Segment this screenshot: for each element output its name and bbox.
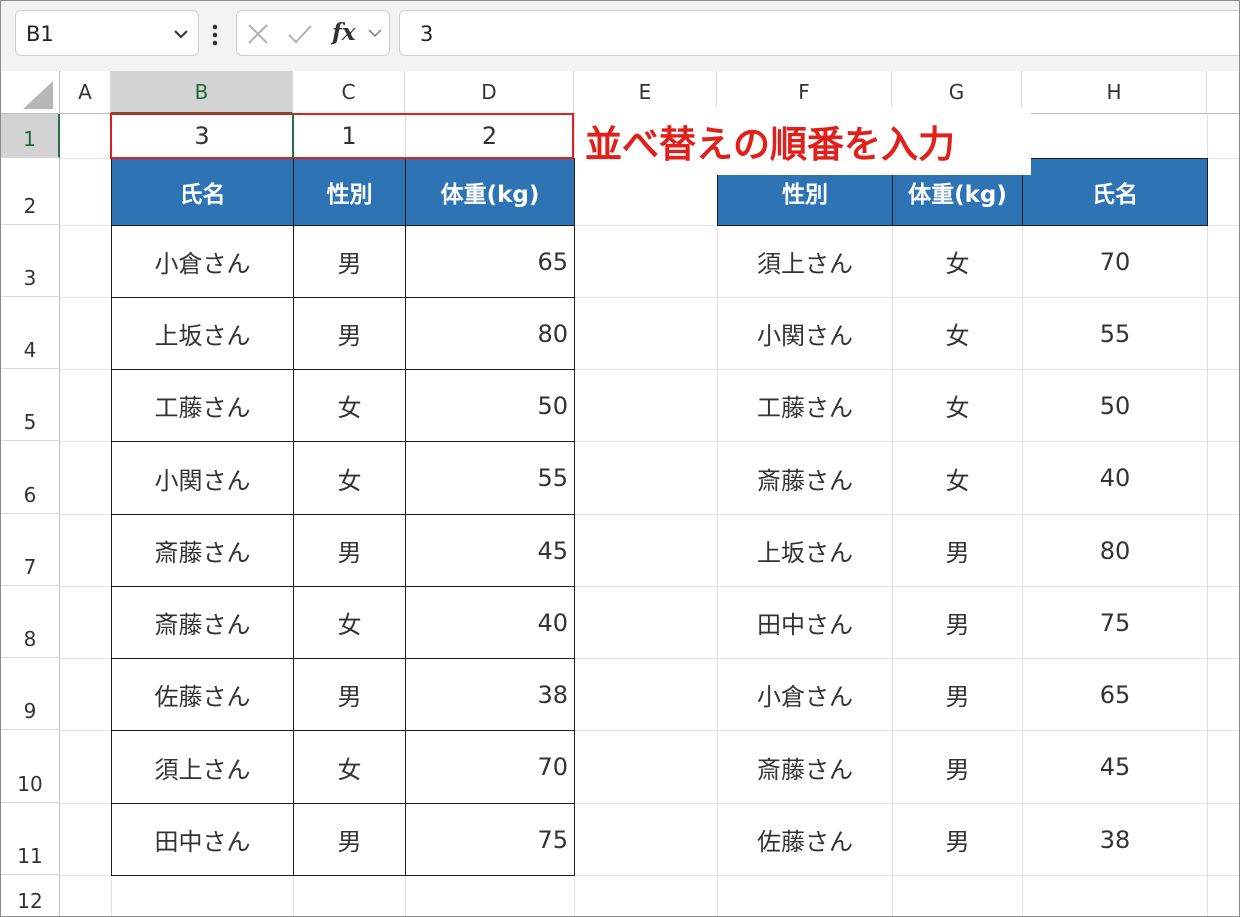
column-header-a[interactable]: A: [60, 71, 111, 114]
left-header-name[interactable]: 氏名: [111, 158, 294, 226]
spreadsheet-window: B1 fx 3 A B C D E F G H 1 2 3 4 5 6 7 8 …: [0, 0, 1240, 917]
row-header-7[interactable]: 7: [1, 514, 60, 586]
left-cell-gender[interactable]: 女: [293, 586, 406, 659]
left-cell-name[interactable]: 上坂さん: [111, 297, 294, 370]
right-cell-weight[interactable]: 40: [1023, 442, 1207, 514]
row-header-6[interactable]: 6: [1, 441, 60, 514]
left-header-weight[interactable]: 体重(kg): [405, 158, 575, 226]
right-cell-weight[interactable]: 45: [1023, 731, 1207, 803]
row-header-1[interactable]: 1: [1, 114, 60, 158]
right-cell-name[interactable]: 斎藤さん: [718, 731, 892, 803]
left-cell-name[interactable]: 工藤さん: [111, 369, 294, 442]
left-cell-weight[interactable]: 70: [405, 730, 575, 804]
right-cell-weight[interactable]: 65: [1023, 659, 1207, 730]
enter-check-icon[interactable]: [287, 23, 313, 45]
right-cell-gender[interactable]: 男: [893, 587, 1022, 658]
insert-function-icon[interactable]: fx: [332, 19, 356, 46]
right-cell-name[interactable]: 佐藤さん: [718, 804, 892, 875]
right-cell-name[interactable]: 上坂さん: [718, 515, 892, 586]
left-cell-gender[interactable]: 男: [293, 803, 406, 876]
left-cell-weight[interactable]: 50: [405, 369, 575, 442]
left-cell-weight[interactable]: 55: [405, 441, 575, 515]
row-header-3[interactable]: 3: [1, 225, 60, 297]
column-header-b[interactable]: B: [111, 71, 293, 114]
name-box[interactable]: B1: [15, 10, 199, 56]
right-cell-weight[interactable]: 55: [1023, 298, 1207, 369]
right-cell-weight[interactable]: 70: [1023, 226, 1207, 297]
left-cell-gender[interactable]: 女: [293, 369, 406, 442]
callout-label: 並べ替えの順番を入力: [575, 107, 1031, 175]
left-cell-weight[interactable]: 75: [405, 803, 575, 876]
left-cell-name[interactable]: 斎藤さん: [111, 514, 294, 587]
right-cell-gender[interactable]: 男: [893, 659, 1022, 730]
right-cell-name[interactable]: 小関さん: [718, 298, 892, 369]
left-cell-name[interactable]: 田中さん: [111, 803, 294, 876]
column-header-c[interactable]: C: [293, 71, 405, 114]
right-cell-gender[interactable]: 男: [893, 804, 1022, 875]
row-header-5[interactable]: 5: [1, 369, 60, 441]
right-cell-gender[interactable]: 男: [893, 731, 1022, 803]
left-header-gender[interactable]: 性別: [293, 158, 406, 226]
right-cell-weight[interactable]: 38: [1023, 804, 1207, 875]
left-cell-weight[interactable]: 40: [405, 586, 575, 659]
column-header-next[interactable]: [1207, 71, 1239, 114]
left-cell-gender[interactable]: 男: [293, 225, 406, 298]
right-cell-gender[interactable]: 女: [893, 298, 1022, 369]
formula-value: 3: [420, 22, 434, 46]
left-cell-name[interactable]: 小関さん: [111, 441, 294, 515]
column-header-h[interactable]: H: [1022, 71, 1207, 114]
left-cell-name[interactable]: 斎藤さん: [111, 586, 294, 659]
left-cell-gender[interactable]: 男: [293, 297, 406, 370]
right-cell-name[interactable]: 田中さん: [718, 587, 892, 658]
active-cell-border: [110, 113, 294, 159]
right-cell-weight[interactable]: 75: [1023, 587, 1207, 658]
left-cell-name[interactable]: 小倉さん: [111, 225, 294, 298]
right-cell-name[interactable]: 斎藤さん: [718, 442, 892, 514]
select-all-icon: [23, 81, 53, 109]
more-options-icon[interactable]: [208, 23, 222, 49]
name-box-value: B1: [26, 22, 54, 46]
formula-input[interactable]: 3: [399, 10, 1239, 56]
left-cell-weight[interactable]: 80: [405, 297, 575, 370]
left-cell-gender[interactable]: 男: [293, 514, 406, 587]
left-cell-name[interactable]: 須上さん: [111, 730, 294, 804]
formula-buttons: fx: [236, 10, 390, 56]
right-cell-weight[interactable]: 50: [1023, 370, 1207, 441]
right-cell-gender[interactable]: 女: [893, 226, 1022, 297]
right-cell-gender[interactable]: 女: [893, 442, 1022, 514]
left-cell-gender[interactable]: 女: [293, 441, 406, 515]
left-cell-name[interactable]: 佐藤さん: [111, 658, 294, 731]
row-header-10[interactable]: 10: [1, 730, 60, 803]
right-cell-name[interactable]: 工藤さん: [718, 370, 892, 441]
chevron-down-icon[interactable]: [367, 25, 383, 41]
select-all-corner[interactable]: [1, 71, 60, 114]
cancel-icon[interactable]: [247, 23, 269, 45]
formula-bar: B1 fx 3: [1, 1, 1239, 71]
chevron-down-icon[interactable]: [172, 25, 190, 43]
row-header-11[interactable]: 11: [1, 803, 60, 875]
left-cell-gender[interactable]: 女: [293, 730, 406, 804]
left-cell-gender[interactable]: 男: [293, 658, 406, 731]
row-header-12[interactable]: 12: [1, 875, 60, 916]
right-cell-gender[interactable]: 女: [893, 370, 1022, 441]
row-header-2[interactable]: 2: [1, 158, 60, 225]
right-cell-name[interactable]: 須上さん: [718, 226, 892, 297]
right-cell-weight[interactable]: 80: [1023, 515, 1207, 586]
row-header-4[interactable]: 4: [1, 297, 60, 369]
row-header-9[interactable]: 9: [1, 658, 60, 730]
left-cell-weight[interactable]: 65: [405, 225, 575, 298]
right-cell-name[interactable]: 小倉さん: [718, 659, 892, 730]
left-cell-weight[interactable]: 45: [405, 514, 575, 587]
right-cell-gender[interactable]: 男: [893, 515, 1022, 586]
column-header-d[interactable]: D: [405, 71, 574, 114]
right-header-name[interactable]: 氏名: [1022, 158, 1208, 226]
row-header-8[interactable]: 8: [1, 586, 60, 658]
left-cell-weight[interactable]: 38: [405, 658, 575, 731]
